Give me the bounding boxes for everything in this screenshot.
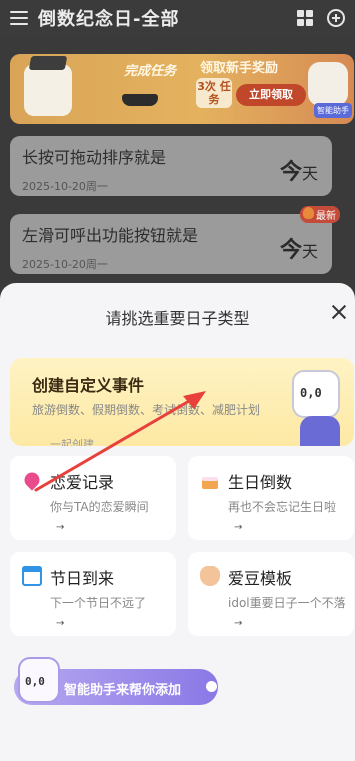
mascot-icon: 0,0 [18,657,60,703]
event-date: 2025-10-20周一 [22,258,108,271]
event-countdown: 今天 [279,238,318,263]
type-desc: idol重要日子一个不落 [228,596,346,610]
calendar-icon [22,566,42,586]
banner-task-text: 完成任务 [124,64,177,79]
task-count-badge: 3次 任务 [196,78,232,108]
mascot-icon: 0,0 [292,370,340,418]
cake-icon [200,470,220,490]
type-title: 生日倒数 [228,473,293,492]
claim-button[interactable]: 立即领取 [236,84,306,106]
sunglasses-icon [122,94,158,106]
mascot-body-icon [300,416,340,446]
type-card-idol[interactable]: 爱豆模板 idol重要日子一个不落 → [188,552,354,636]
graduate-mascot-icon [24,64,72,116]
heart-icon [21,469,43,491]
type-title: 节日到来 [50,569,115,588]
event-name: 左滑可呼出功能按钮就是 [22,226,199,245]
event-name: 长按可拖动排序就是 [22,148,167,167]
mascot-icon [308,62,348,106]
custom-event-title: 创建自定义事件 [32,376,145,395]
assistant-tag: 智能助手 [314,103,352,118]
add-icon[interactable] [327,9,345,27]
type-card-love[interactable]: 恋爱记录 你与TA的恋爱瞬间 → [10,456,176,540]
arrow-icon: → [56,522,65,533]
sheet-title: 请挑选重要日子类型 [105,309,250,328]
type-title: 恋爱记录 [50,473,115,492]
grid-view-icon[interactable] [297,10,313,26]
type-picker-sheet: 请挑选重要日子类型 创建自定义事件 旅游倒数、假期倒数、考试倒数、减肥计划 一起… [0,283,355,761]
type-card-holiday[interactable]: 节日到来 下一个节日不远了 → [10,552,176,636]
reward-banner[interactable]: 完成任务 领取新手奖励 3次 任务 立即领取 智能助手 [10,54,354,124]
event-countdown: 今天 [279,160,318,185]
type-desc: 你与TA的恋爱瞬间 [50,500,149,514]
type-desc: 再也不会忘记生日啦 [228,500,337,514]
close-icon[interactable] [330,303,348,321]
event-card[interactable]: 左滑可呼出功能按钮就是 2025-10-20周一 今天 [10,214,332,274]
app-header: 倒数纪念日-全部 [0,0,355,36]
plus-icon [206,681,217,692]
event-card[interactable]: 长按可拖动排序就是 2025-10-20周一 今天 [10,136,332,196]
arrow-icon: → [56,618,65,629]
page-title: 倒数纪念日-全部 [38,9,180,30]
new-badge: 最新 [300,206,340,223]
hand-icon [200,566,220,586]
assistant-label: 智能助手来帮你添加 [64,683,182,698]
custom-event-cta: 一起创建 [50,438,94,446]
type-title: 爱豆模板 [228,569,293,588]
create-custom-event-card[interactable]: 创建自定义事件 旅游倒数、假期倒数、考试倒数、减肥计划 一起创建 0,0 [10,358,354,446]
type-desc: 下一个节日不远了 [50,596,147,610]
event-date: 2025-10-20周一 [22,180,108,193]
arrow-icon: → [234,522,243,533]
menu-icon[interactable] [10,11,28,25]
banner-reward-text: 领取新手奖励 [200,61,279,76]
custom-event-desc: 旅游倒数、假期倒数、考试倒数、减肥计划 [32,403,261,417]
type-card-birthday[interactable]: 生日倒数 再也不会忘记生日啦 → [188,456,354,540]
smart-assistant-button[interactable]: 0,0 智能助手来帮你添加 [14,657,218,705]
arrow-icon: → [234,618,243,629]
